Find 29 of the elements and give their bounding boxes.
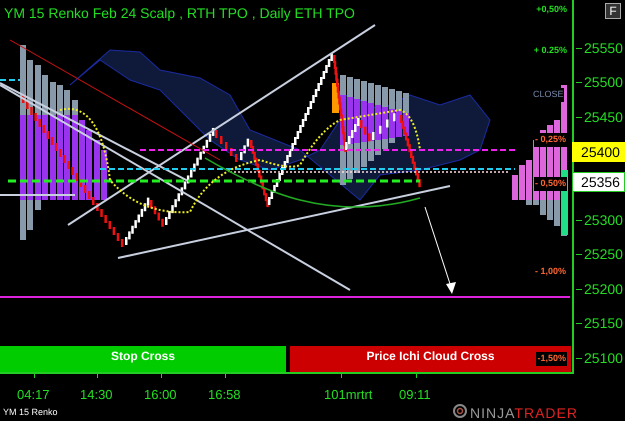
ninjatrader-logo: NINJATRADER <box>470 404 578 421</box>
time-label: 16:00 <box>144 386 177 404</box>
time-label: 09:11 <box>399 386 431 404</box>
price-marker: 25400 <box>572 142 625 162</box>
percent-label: - 0,25% <box>534 133 567 146</box>
percent-label: - 1,00% <box>534 265 567 278</box>
flag-button[interactable]: F <box>605 3 621 19</box>
spiral-logo-icon <box>453 404 467 418</box>
time-label: 14:30 <box>80 386 113 404</box>
time-label: 04:17 <box>17 386 50 404</box>
percent-label: - 0,50% <box>534 177 567 190</box>
price-label: 25250 <box>584 245 623 264</box>
instrument-label: YM 15 Renko <box>3 406 58 419</box>
time-label: 101mrtrt <box>324 386 372 404</box>
price-label: 25100 <box>584 348 623 367</box>
chart-title: YM 15 Renko Feb 24 Scalp , RTH TPO , Daily ETH TPO <box>4 4 355 23</box>
price-label: 25500 <box>584 73 623 92</box>
close-label: CLOSE <box>533 88 564 102</box>
price-label: 25300 <box>584 211 623 229</box>
time-label: 16:58 <box>208 386 241 404</box>
price-label: 25200 <box>584 280 623 298</box>
price-label: 25150 <box>584 314 623 332</box>
price-label: 25450 <box>584 108 623 126</box>
price-marker: 25356 <box>572 172 625 192</box>
signal-banner: Stop Cross <box>0 346 286 372</box>
percent-label: +0,50% <box>536 3 567 16</box>
percent-label: -1,50% <box>536 352 567 366</box>
percent-label: + 0.25% <box>534 44 567 57</box>
price-label: 25550 <box>584 39 623 57</box>
